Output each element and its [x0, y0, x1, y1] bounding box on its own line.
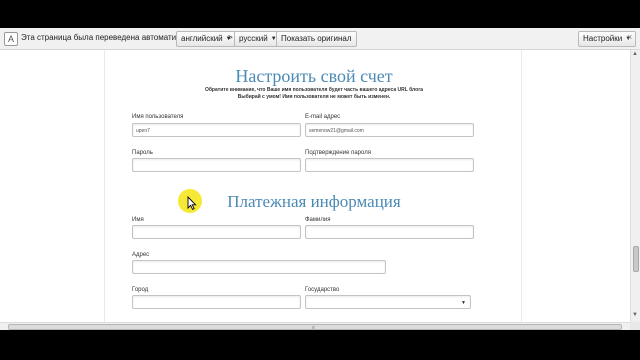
source-language-label: английский	[181, 34, 223, 44]
country-select[interactable]: ▼	[305, 295, 471, 309]
confirm-password-input[interactable]	[305, 158, 474, 172]
scrollbar-corner	[630, 322, 640, 330]
target-language-dropdown[interactable]: русский ▼	[234, 31, 282, 47]
password-label: Пароль	[132, 150, 153, 156]
username-label: Имя пользователя	[132, 114, 184, 120]
last-name-label: Фамилия	[305, 217, 331, 223]
vertical-scroll-thumb[interactable]	[633, 246, 639, 272]
email-label: E-mail адрес	[305, 114, 341, 120]
city-input[interactable]	[132, 295, 301, 309]
country-label: Государство	[305, 287, 340, 293]
first-name-input[interactable]	[132, 225, 301, 239]
translate-bar: A Эта страница была переведена автоматич…	[0, 28, 640, 50]
mouse-pointer-icon	[187, 196, 197, 210]
vertical-scrollbar[interactable]: ▲ ▼	[630, 50, 640, 322]
address-label: Адрес	[132, 252, 150, 258]
horizontal-scrollbar[interactable]: ≡	[0, 322, 630, 330]
chevron-down-icon: ▼	[461, 300, 466, 306]
settings-label: Настройки	[583, 34, 623, 44]
account-title: Настроить свой счет	[235, 66, 393, 86]
browser-viewport: A Эта страница была переведена автоматич…	[0, 28, 640, 330]
last-name-input[interactable]	[305, 225, 474, 239]
account-note-line1: Обратите внимание, что Ваше имя пользова…	[204, 87, 424, 93]
page: Настроить свой счет Обратите внимание, ч…	[0, 50, 630, 322]
translate-icon: A	[4, 32, 18, 46]
target-language-label: русский	[239, 34, 268, 44]
address-input[interactable]	[132, 260, 386, 274]
scroll-up-icon[interactable]: ▲	[632, 51, 638, 57]
first-name-label: Имя	[132, 217, 144, 223]
email-input[interactable]: semenow21@gmail.com	[305, 123, 474, 137]
username-input[interactable]: upen7	[132, 123, 301, 137]
show-original-button[interactable]: Показать оригинал	[276, 31, 357, 47]
translate-message: Эта страница была переведена автоматичес…	[21, 33, 197, 42]
signup-form: Настроить свой счет Обратите внимание, ч…	[104, 50, 522, 322]
letterbox-top	[0, 0, 640, 28]
billing-title: Платежная информация	[227, 192, 401, 211]
letterbox-bottom	[0, 330, 640, 360]
language-arrow: >	[228, 33, 233, 42]
account-note-line2: Выбирай с умом! Имя пользователя не може…	[237, 94, 391, 100]
close-icon[interactable]: ×	[627, 32, 632, 42]
city-label: Город	[132, 287, 149, 293]
password-input[interactable]	[132, 158, 301, 172]
scroll-down-icon[interactable]: ▼	[632, 312, 638, 318]
confirm-password-label: Подтверждение пароля	[305, 150, 371, 156]
